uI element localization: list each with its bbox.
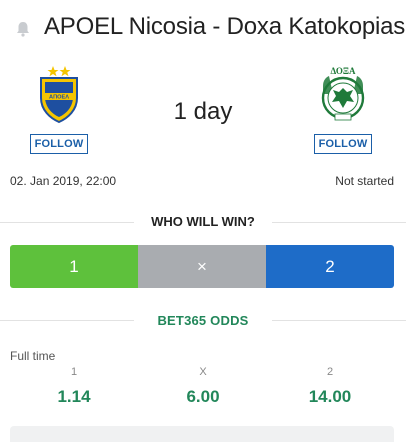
who-will-win-title: WHO WILL WIN?: [151, 214, 255, 229]
doxa-crest-icon[interactable]: ΔΟΞΑ: [313, 64, 373, 124]
prediction-bar: 1 × 2: [10, 245, 394, 288]
odds-label: 2: [326, 366, 334, 378]
vote-home-button[interactable]: 1: [10, 245, 138, 288]
vote-draw-button[interactable]: ×: [138, 245, 266, 288]
page-title: APOEL Nicosia - Doxa Katokopias: [44, 13, 406, 40]
odds-label: X: [199, 366, 207, 378]
match-status: Not started: [335, 174, 394, 188]
bottom-panel: [10, 426, 394, 442]
odds-label: 1: [70, 366, 78, 378]
odds-value: 14.00: [308, 387, 352, 406]
apoel-crest-icon[interactable]: ΑΠΟΕΛ: [29, 64, 89, 124]
vote-away-button[interactable]: 2: [266, 245, 394, 288]
match-date: 02. Jan 2019, 22:00: [10, 174, 117, 188]
odds-draw[interactable]: X 6.00: [143, 366, 263, 407]
odds-title[interactable]: BET365 ODDS: [0, 313, 406, 328]
odds-value: 6.00: [186, 387, 220, 406]
away-team: ΔΟΞΑ FOLLOW: [298, 64, 388, 154]
countdown: 1 day: [173, 98, 233, 125]
match-header: APOEL Nicosia - Doxa Katokopias: [0, 0, 406, 56]
odds-value: 1.14: [57, 387, 91, 406]
follow-home-button[interactable]: FOLLOW: [29, 134, 89, 154]
follow-away-button[interactable]: FOLLOW: [313, 134, 373, 154]
odds-period-label: Full time: [10, 349, 56, 363]
bell-icon[interactable]: [14, 20, 32, 38]
svg-text:ΑΠΟΕΛ: ΑΠΟΕΛ: [49, 95, 69, 101]
svg-text:ΔΟΞΑ: ΔΟΞΑ: [330, 66, 356, 76]
odds-away[interactable]: 2 14.00: [270, 366, 390, 407]
odds-home[interactable]: 1 1.14: [14, 366, 134, 407]
home-team: ΑΠΟΕΛ FOLLOW: [14, 64, 104, 154]
